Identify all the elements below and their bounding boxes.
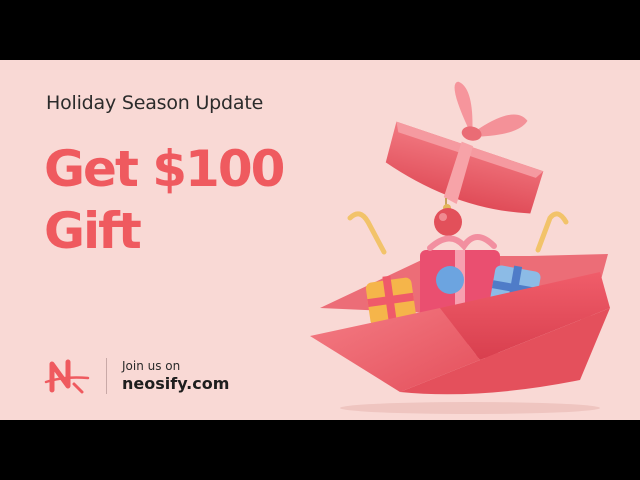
open-gift-box-icon <box>310 81 610 414</box>
headline-line-1: Get $100 <box>44 140 285 198</box>
promo-headline: Get $100 Gift <box>44 138 285 262</box>
video-frame: Holiday Season Update Get $100 Gift Join… <box>0 0 640 480</box>
site-link[interactable]: neosify.com <box>122 374 229 393</box>
brand-block: Join us on neosify.com <box>44 356 304 400</box>
promo-banner: Holiday Season Update Get $100 Gift Join… <box>0 60 640 420</box>
neosify-logo-icon <box>44 359 90 394</box>
headline-line-2: Gift <box>44 202 142 260</box>
join-label: Join us on <box>122 359 181 373</box>
promo-kicker: Holiday Season Update <box>46 92 264 114</box>
gift-lid <box>385 81 544 214</box>
brand-divider <box>106 358 107 394</box>
